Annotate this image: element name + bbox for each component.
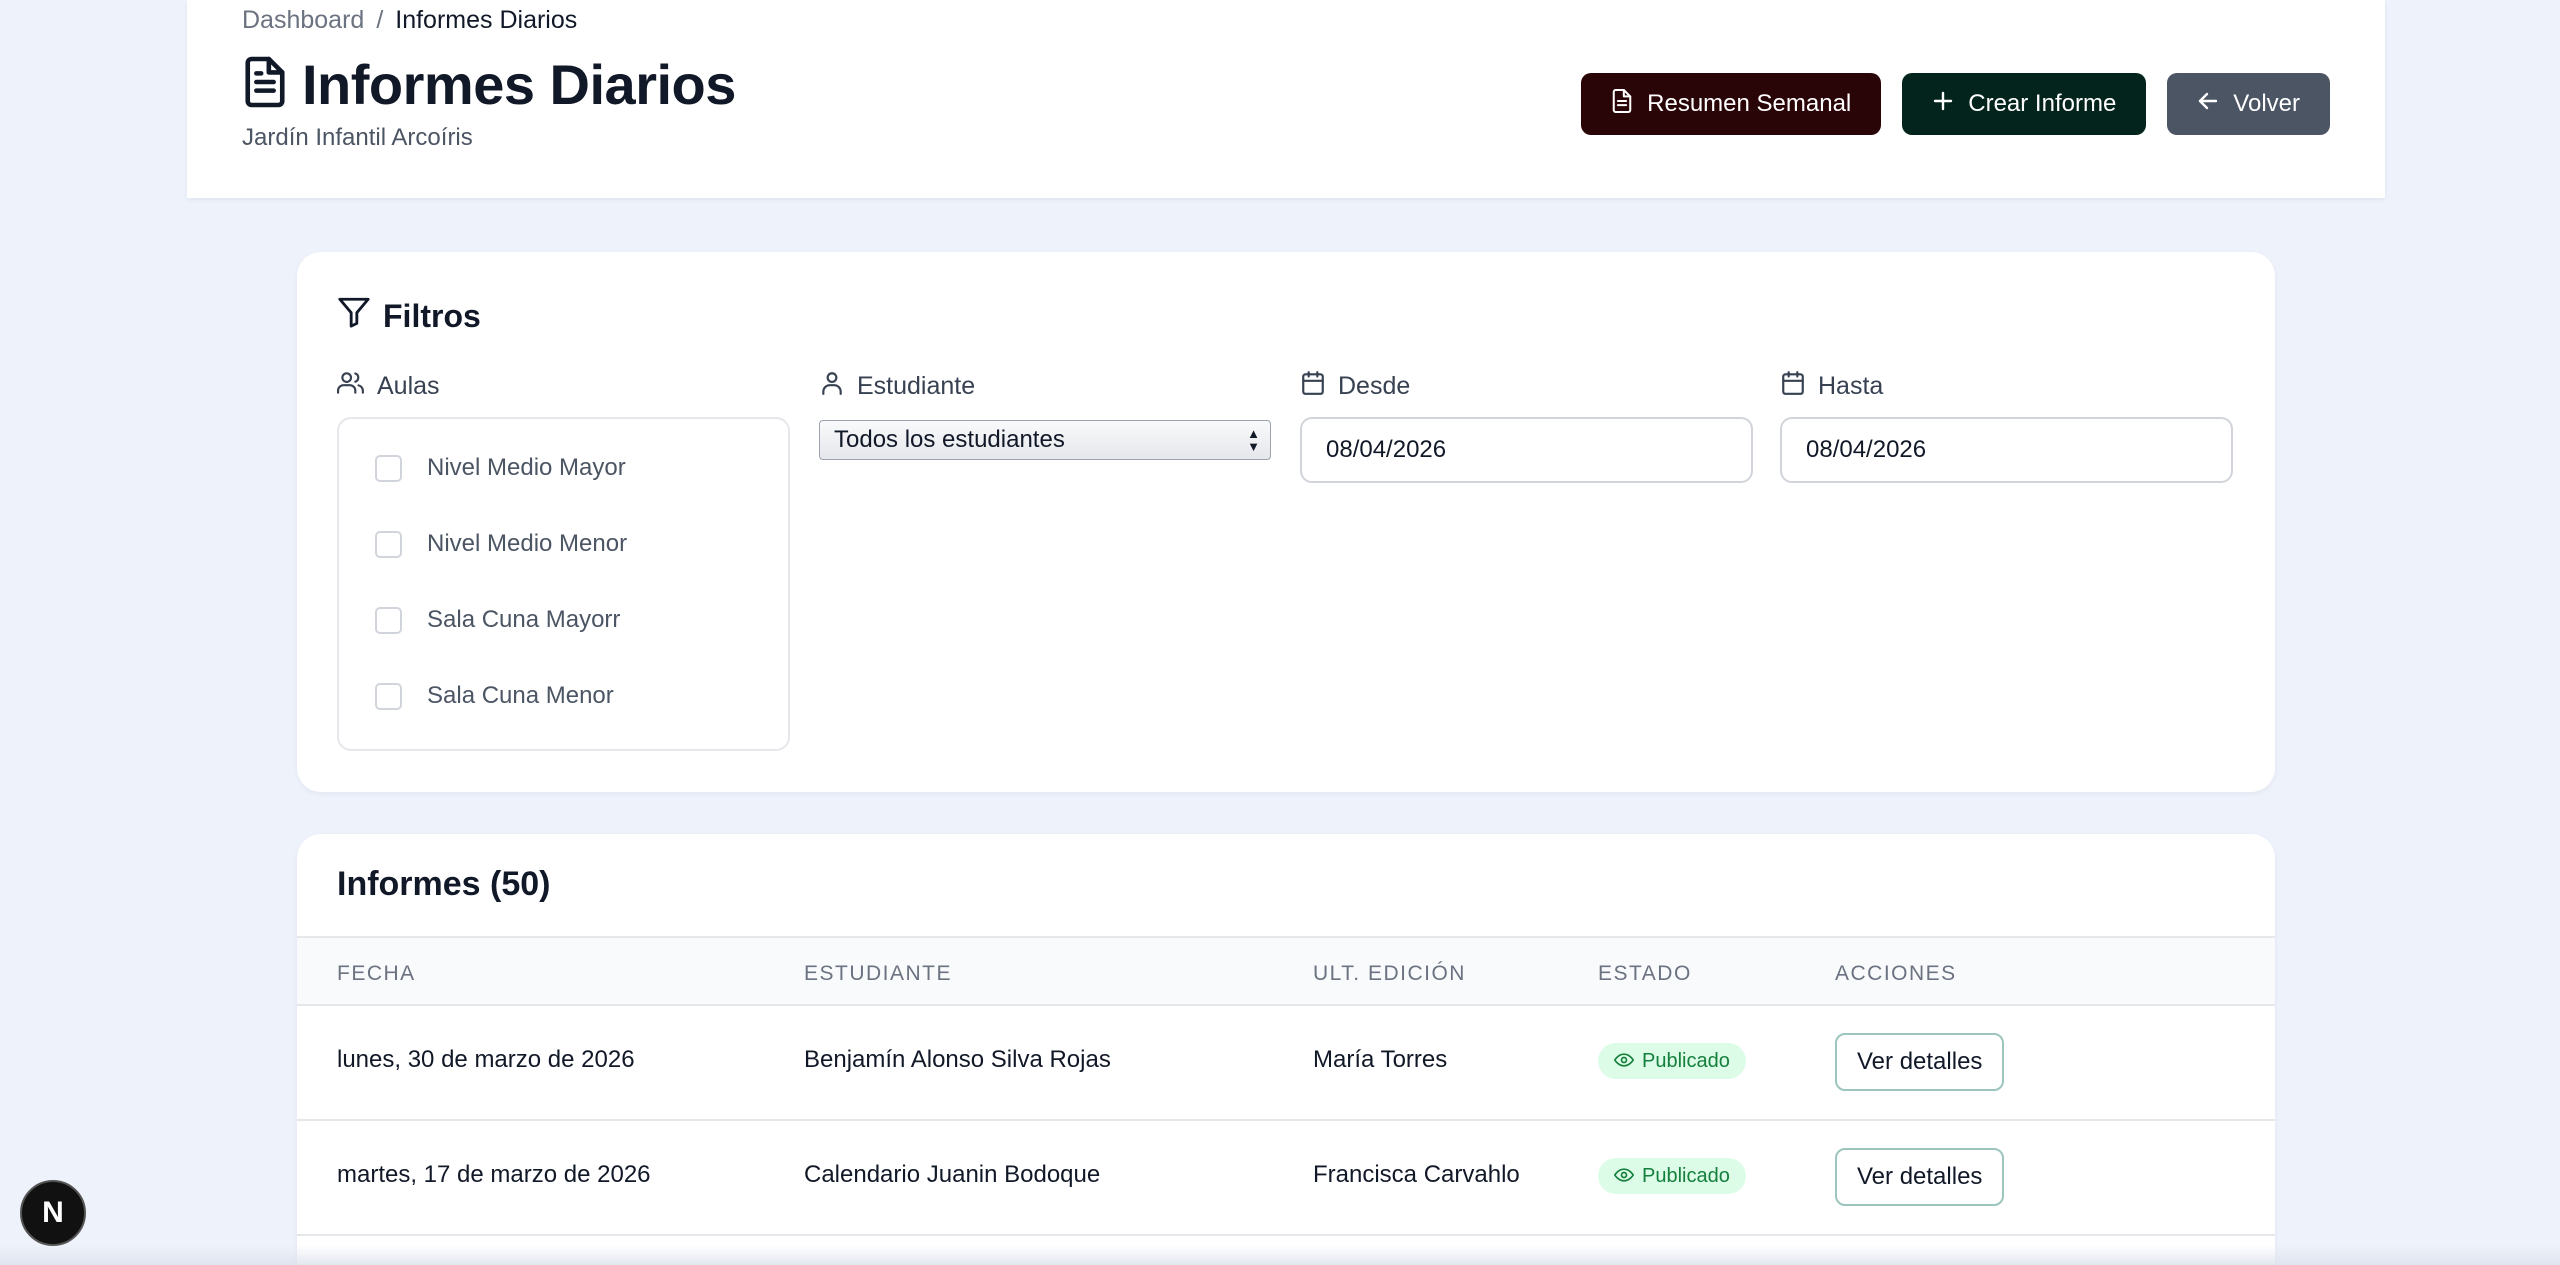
- calendar-icon: [1300, 370, 1326, 403]
- classrooms-label: Aulas: [337, 370, 440, 403]
- classroom-checkbox[interactable]: [375, 454, 402, 482]
- table-header: FECHA ESTUDIANTE ULT. EDICIÓN ESTADO ACC…: [297, 936, 2275, 1006]
- row-student: Benjamín Alonso Silva Rojas: [804, 1046, 1111, 1073]
- to-date-value: 08/04/2026: [1806, 436, 1927, 463]
- from-label: Desde: [1300, 370, 1410, 403]
- bottom-fade: [0, 1245, 2560, 1265]
- filters-card: Filtros Aulas Nivel Medio Mayor Nivel Me…: [297, 252, 2275, 792]
- student-label-text: Estudiante: [857, 372, 976, 400]
- from-date-value: 08/04/2026: [1326, 436, 1447, 463]
- classroom-checkbox-list: Nivel Medio Mayor Nivel Medio Menor Sala…: [337, 417, 790, 751]
- column-header-status: ESTADO: [1598, 962, 1692, 985]
- status-badge-label: Publicado: [1642, 1164, 1730, 1187]
- reports-card: Informes (50) FECHA ESTUDIANTE ULT. EDIC…: [297, 834, 2275, 1265]
- header-actions: Resumen Semanal Crear Informe Volver: [1581, 73, 2330, 135]
- page-title-row: Informes Diarios: [242, 52, 736, 117]
- row-student: Calendario Juanin Bodoque: [804, 1161, 1101, 1188]
- to-label-text: Hasta: [1818, 372, 1884, 400]
- classroom-option[interactable]: Nivel Medio Menor: [375, 530, 627, 558]
- eye-icon: [1613, 1050, 1635, 1073]
- status-badge-label: Publicado: [1642, 1049, 1730, 1072]
- view-details-button[interactable]: Ver detalles: [1835, 1033, 2005, 1091]
- breadcrumb: Dashboard / Informes Diarios: [242, 6, 577, 35]
- from-label-text: Desde: [1338, 372, 1411, 400]
- table-row: lunes, 30 de marzo de 2026 Benjamín Alon…: [297, 1006, 2275, 1121]
- from-date-input[interactable]: 08/04/2026: [1300, 417, 1753, 483]
- classroom-option[interactable]: Sala Cuna Menor: [375, 682, 614, 710]
- student-label: Estudiante: [819, 370, 975, 403]
- classroom-checkbox[interactable]: [375, 606, 402, 634]
- back-label: Volver: [2233, 90, 2300, 117]
- breadcrumb-current: Informes Diarios: [395, 6, 578, 34]
- users-icon: [337, 370, 365, 403]
- column-header-last-edit: ULT. EDICIÓN: [1313, 962, 1466, 985]
- page-subtitle: Jardín Infantil Arcoíris: [242, 124, 473, 151]
- column-header-actions: ACCIONES: [1835, 962, 1957, 985]
- filters-title: Filtros: [337, 295, 481, 337]
- user-icon: [819, 370, 845, 403]
- select-arrows-icon: ▲ ▼: [1247, 426, 1260, 454]
- classroom-option-label: Sala Cuna Menor: [427, 682, 614, 709]
- row-last-edit: Francisca Carvahlo: [1313, 1161, 1520, 1188]
- weekly-summary-button[interactable]: Resumen Semanal: [1581, 73, 1882, 135]
- classroom-option-label: Nivel Medio Mayor: [427, 454, 626, 481]
- view-details-button[interactable]: Ver detalles: [1835, 1148, 2005, 1206]
- create-report-label: Crear Informe: [1968, 90, 2117, 117]
- classroom-checkbox[interactable]: [375, 530, 402, 558]
- breadcrumb-separator: /: [376, 6, 384, 34]
- reports-title: Informes (50): [337, 865, 551, 903]
- page-title: Informes Diarios: [302, 53, 736, 116]
- eye-icon: [1613, 1165, 1635, 1188]
- table-row: martes, 17 de marzo de 2026 Calendario J…: [297, 1121, 2275, 1236]
- document-icon: [1611, 88, 1633, 121]
- breadcrumb-dashboard-link[interactable]: Dashboard: [242, 6, 364, 35]
- filters-title-label: Filtros: [383, 297, 481, 334]
- student-select[interactable]: Todos los estudiantes ▲ ▼: [819, 420, 1271, 460]
- status-badge: Publicado: [1598, 1043, 1746, 1079]
- classrooms-label-text: Aulas: [377, 372, 440, 400]
- filter-icon: [337, 295, 371, 337]
- plus-icon: [1932, 90, 1954, 119]
- classroom-option[interactable]: Nivel Medio Mayor: [375, 454, 626, 482]
- create-report-button[interactable]: Crear Informe: [1902, 73, 2147, 135]
- weekly-summary-label: Resumen Semanal: [1647, 90, 1852, 117]
- dev-tools-badge[interactable]: N: [20, 1180, 86, 1246]
- row-last-edit: María Torres: [1313, 1046, 1448, 1073]
- classroom-option-label: Sala Cuna Mayorr: [427, 606, 621, 633]
- to-label: Hasta: [1780, 370, 1883, 403]
- student-select-value: Todos los estudiantes: [834, 426, 1065, 453]
- row-date: lunes, 30 de marzo de 2026: [337, 1046, 635, 1073]
- classroom-option[interactable]: Sala Cuna Mayorr: [375, 606, 620, 634]
- column-header-student: ESTUDIANTE: [804, 962, 953, 985]
- column-header-date: FECHA: [337, 962, 416, 985]
- status-badge: Publicado: [1598, 1158, 1746, 1194]
- to-date-input[interactable]: 08/04/2026: [1780, 417, 2233, 483]
- row-date: martes, 17 de marzo de 2026: [337, 1161, 651, 1188]
- classroom-option-label: Nivel Medio Menor: [427, 530, 628, 557]
- document-icon: [242, 54, 288, 115]
- calendar-icon: [1780, 370, 1806, 403]
- back-button[interactable]: Volver: [2167, 73, 2330, 135]
- classroom-checkbox[interactable]: [375, 682, 402, 710]
- arrow-left-icon: [2197, 90, 2219, 119]
- page-header: Dashboard / Informes Diarios Informes Di…: [187, 0, 2385, 198]
